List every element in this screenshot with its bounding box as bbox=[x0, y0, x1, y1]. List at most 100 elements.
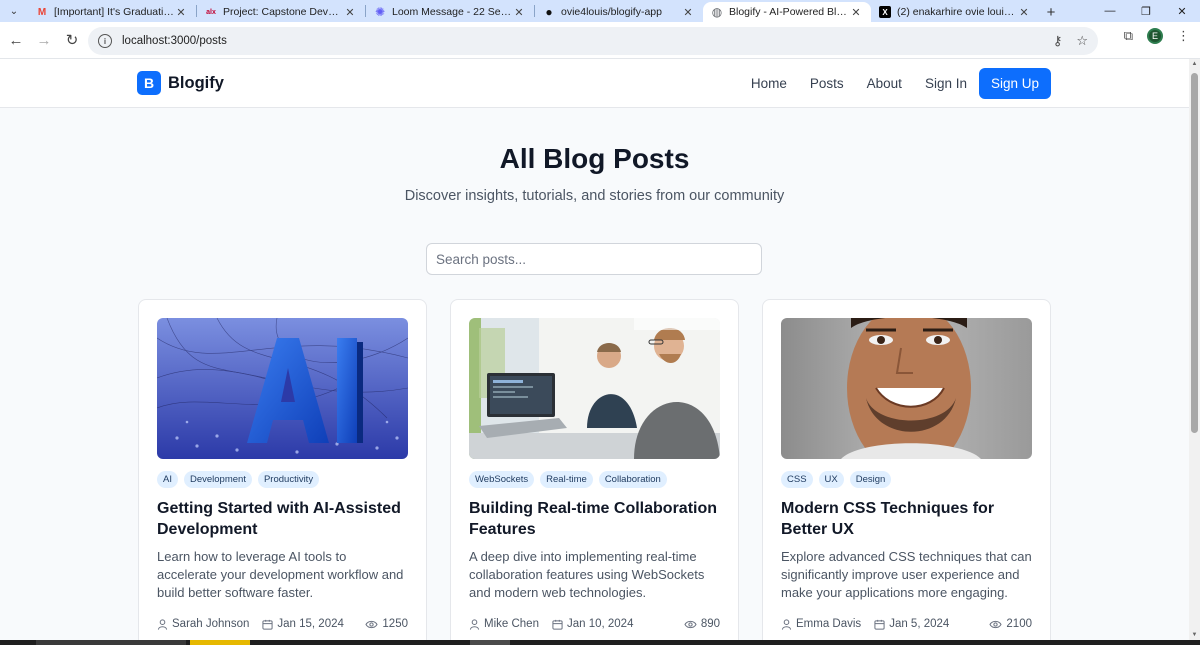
calendar-icon bbox=[552, 619, 563, 630]
sign-up-button[interactable]: Sign Up bbox=[978, 68, 1051, 99]
bookmark-star-icon[interactable]: ☆ bbox=[1076, 33, 1088, 49]
close-tab-icon[interactable]: ✕ bbox=[1017, 6, 1031, 19]
main-nav: Home Posts About Sign In Sign Up bbox=[728, 68, 1051, 99]
minimize-icon[interactable]: — bbox=[1092, 0, 1128, 22]
tab-title: Project: Capstone Developm bbox=[223, 6, 343, 18]
post-meta: Sarah Johnson Jan 15, 2024 1250 bbox=[157, 618, 408, 630]
site-info-icon[interactable]: i bbox=[98, 34, 112, 48]
browser-tab[interactable]: X (2) enakarhire ovie louis on X ✕ bbox=[871, 2, 1039, 22]
browser-tab-strip: ⌄ M [Important] It's Graduation S ✕ alx … bbox=[0, 0, 1200, 22]
views-count: 890 bbox=[700, 618, 720, 630]
back-icon[interactable]: ← bbox=[2, 26, 30, 54]
forward-icon[interactable]: → bbox=[30, 26, 58, 54]
tab-title: [Important] It's Graduation S bbox=[54, 6, 174, 18]
tab-title: Blogify - AI-Powered Bloggin bbox=[729, 6, 849, 18]
post-excerpt: A deep dive into implementing real-time … bbox=[469, 549, 705, 600]
gmail-icon: M bbox=[37, 6, 47, 18]
views-count: 2100 bbox=[1006, 618, 1032, 630]
calendar-icon bbox=[874, 619, 885, 630]
page-subtitle: Discover insights, tutorials, and storie… bbox=[404, 188, 785, 204]
post-thumbnail-ai bbox=[157, 318, 408, 459]
post-card[interactable]: AI Development Productivity Getting Star… bbox=[138, 299, 427, 640]
tab-title: ovie4louis/blogify-app bbox=[561, 6, 662, 18]
brand-logo-link[interactable]: B Blogify bbox=[137, 71, 224, 95]
tag-chip[interactable]: WebSockets bbox=[469, 471, 535, 488]
date-text: Jan 15, 2024 bbox=[277, 618, 344, 630]
site-header: B Blogify Home Posts About Sign In Sign … bbox=[0, 59, 1189, 108]
post-title[interactable]: Getting Started with AI-Assisted Develop… bbox=[157, 498, 408, 540]
tag-chip[interactable]: Design bbox=[849, 471, 892, 488]
tag-chip[interactable]: Productivity bbox=[257, 471, 320, 488]
date-text: Jan 10, 2024 bbox=[566, 618, 634, 630]
post-date: Jan 10, 2024 bbox=[552, 618, 634, 630]
browser-tab-active[interactable]: ◍ Blogify - AI-Powered Bloggin ✕ bbox=[703, 2, 871, 22]
close-tab-icon[interactable]: ✕ bbox=[343, 6, 357, 19]
browser-tab[interactable]: M [Important] It's Graduation S ✕ bbox=[28, 2, 196, 22]
user-icon bbox=[781, 618, 792, 630]
restore-icon[interactable]: ❐ bbox=[1128, 0, 1164, 22]
github-icon: ● bbox=[545, 5, 553, 19]
close-tab-icon[interactable]: ✕ bbox=[849, 6, 863, 19]
browser-toolbar: ← → ↻ i localhost:3000/posts ⚷ ☆ ⧉ E ⋮ bbox=[0, 22, 1200, 59]
alx-icon: alx bbox=[206, 8, 216, 16]
tag-chip[interactable]: UX bbox=[818, 471, 844, 488]
scroll-down-arrow-icon[interactable]: ▼ bbox=[1189, 630, 1200, 640]
post-views: 2100 bbox=[989, 618, 1032, 630]
post-meta: Emma Davis Jan 5, 2024 2100 bbox=[781, 618, 1032, 630]
eye-icon bbox=[989, 620, 1002, 628]
reload-icon[interactable]: ↻ bbox=[58, 26, 86, 54]
url-text: localhost:3000/posts bbox=[122, 35, 227, 47]
tag-list: CSS UX Design bbox=[781, 471, 1032, 488]
scrollbar-thumb[interactable] bbox=[1191, 73, 1198, 433]
page-scrollbar[interactable]: ▲ ▼ bbox=[1189, 59, 1200, 640]
close-tab-icon[interactable]: ✕ bbox=[174, 6, 188, 19]
author-name: Sarah Johnson bbox=[172, 618, 250, 630]
close-tab-icon[interactable]: ✕ bbox=[681, 6, 695, 19]
tag-chip[interactable]: Development bbox=[183, 471, 252, 488]
browser-menu-icon[interactable]: ⋮ bbox=[1177, 28, 1190, 44]
password-key-icon[interactable]: ⚷ bbox=[1053, 33, 1063, 49]
brand-name: Blogify bbox=[168, 73, 224, 92]
tag-chip[interactable]: AI bbox=[157, 471, 178, 488]
page-viewport: B Blogify Home Posts About Sign In Sign … bbox=[0, 59, 1189, 640]
eye-icon bbox=[684, 620, 697, 628]
profile-avatar[interactable]: E bbox=[1147, 28, 1163, 44]
eye-icon bbox=[365, 620, 378, 628]
close-tab-icon[interactable]: ✕ bbox=[512, 6, 526, 19]
post-excerpt: Explore advanced CSS techniques that can… bbox=[781, 549, 1032, 600]
browser-tab[interactable]: ✺ Loom Message - 22 Septemb ✕ bbox=[366, 2, 534, 22]
page-title: All Blog Posts bbox=[499, 143, 690, 174]
address-bar[interactable]: i localhost:3000/posts ⚷ ☆ bbox=[88, 27, 1098, 55]
post-title[interactable]: Building Real-time Collaboration Feature… bbox=[469, 498, 720, 540]
tag-chip[interactable]: CSS bbox=[781, 471, 813, 488]
search-input[interactable] bbox=[426, 243, 762, 275]
browser-tab[interactable]: ● ovie4louis/blogify-app ✕ bbox=[535, 2, 703, 22]
post-date: Jan 5, 2024 bbox=[874, 618, 949, 630]
tab-search-chevron-icon[interactable]: ⌄ bbox=[0, 0, 28, 22]
tag-chip[interactable]: Collaboration bbox=[598, 471, 667, 488]
calendar-icon bbox=[262, 619, 273, 630]
browser-tab[interactable]: alx Project: Capstone Developm ✕ bbox=[197, 2, 365, 22]
nav-link-posts[interactable]: Posts bbox=[810, 76, 844, 91]
tab-title: (2) enakarhire ovie louis on X bbox=[897, 6, 1017, 18]
scroll-up-arrow-icon[interactable]: ▲ bbox=[1189, 59, 1200, 69]
post-thumbnail-portrait bbox=[781, 318, 1032, 459]
post-thumbnail-collaboration bbox=[469, 318, 720, 459]
post-author: Mike Chen bbox=[469, 618, 539, 630]
nav-link-sign-in[interactable]: Sign In bbox=[925, 76, 967, 91]
author-name: Mike Chen bbox=[484, 618, 539, 630]
post-card[interactable]: WebSockets Real-time Collaboration Build… bbox=[450, 299, 739, 640]
extensions-puzzle-icon[interactable]: ⧉ bbox=[1124, 28, 1133, 44]
post-meta: Mike Chen Jan 10, 2024 890 bbox=[469, 618, 720, 630]
post-title[interactable]: Modern CSS Techniques for Better UX bbox=[781, 498, 1032, 540]
post-views: 1250 bbox=[365, 618, 408, 630]
nav-link-about[interactable]: About bbox=[867, 76, 902, 91]
nav-link-home[interactable]: Home bbox=[751, 76, 787, 91]
new-tab-icon[interactable]: + bbox=[1039, 2, 1063, 22]
brand-logo-icon: B bbox=[137, 71, 161, 95]
tag-list: WebSockets Real-time Collaboration bbox=[469, 471, 720, 488]
globe-icon: ◍ bbox=[711, 5, 723, 19]
tag-chip[interactable]: Real-time bbox=[540, 471, 593, 488]
post-card[interactable]: CSS UX Design Modern CSS Techniques for … bbox=[762, 299, 1051, 640]
close-window-icon[interactable]: ✕ bbox=[1164, 0, 1200, 22]
